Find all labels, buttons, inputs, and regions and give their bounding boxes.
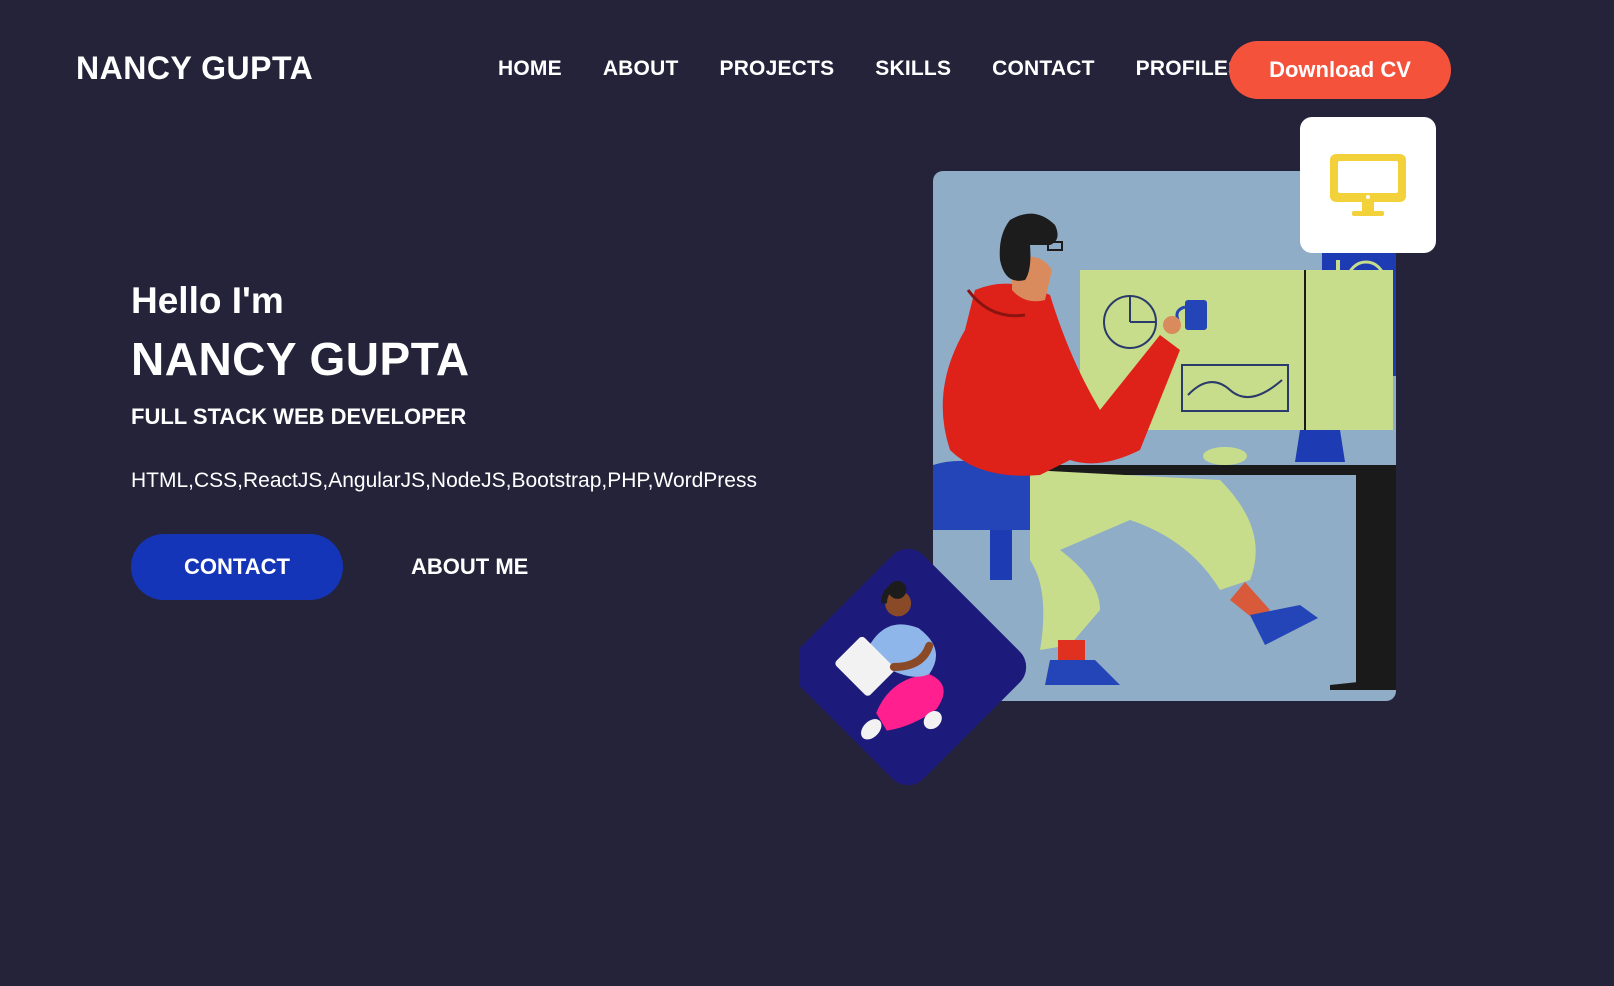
- about-me-link[interactable]: ABOUT ME: [411, 554, 528, 580]
- nav-skills[interactable]: SKILLS: [875, 57, 951, 81]
- main-nav: HOME ABOUT PROJECTS SKILLS CONTACT PROFI…: [498, 57, 1283, 81]
- site-logo[interactable]: NANCY GUPTA: [76, 50, 313, 87]
- monitor-icon-card: [1300, 117, 1436, 253]
- desktop-monitor-icon: [1330, 154, 1406, 216]
- portfolio-page: NANCY GUPTA HOME ABOUT PROJECTS SKILLS C…: [0, 0, 1614, 986]
- desk-leg: [1356, 475, 1396, 690]
- contact-button[interactable]: CONTACT: [131, 534, 343, 600]
- hero-greeting: Hello I'm: [131, 280, 284, 321]
- nav-contact[interactable]: CONTACT: [992, 57, 1095, 81]
- hero-name: NANCY GUPTA: [131, 333, 470, 385]
- coffee-mug: [1185, 300, 1207, 330]
- nav-projects[interactable]: PROJECTS: [719, 57, 834, 81]
- nav-profiles[interactable]: PROFILES: [1136, 57, 1243, 81]
- download-cv-button[interactable]: Download CV: [1229, 41, 1451, 99]
- nav-about[interactable]: ABOUT: [603, 57, 679, 81]
- hero-skills: HTML,CSS,ReactJS,AngularJS,NodeJS,Bootst…: [131, 469, 757, 492]
- hero-role: FULL STACK WEB DEVELOPER: [131, 404, 467, 429]
- nav-home[interactable]: HOME: [498, 57, 562, 81]
